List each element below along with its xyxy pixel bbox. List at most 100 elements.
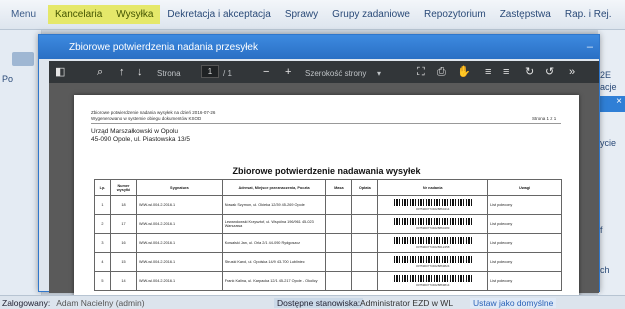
cell-address: Nowak Szymon, ul. Okieka 12/39 45-269 Op… bbox=[221, 195, 327, 215]
col-header: Adresat, Miejsce przeznaczenia, Poczta bbox=[221, 179, 327, 196]
cell-notes: List polecony bbox=[487, 252, 562, 272]
doc-page-number: Strona 1 z 1 bbox=[532, 116, 557, 121]
pdf-viewer: ◧ ⌕ ↑ ↓ Strona 1 / 1 − + Szerokość stron… bbox=[49, 61, 599, 305]
logged-label: Zalogowany: bbox=[2, 297, 51, 308]
tracking-number: 00759007734628860489 bbox=[416, 226, 450, 230]
table-row: 1 18 WIW-wl.004.2.2016.1 Nowak Szymon, u… bbox=[94, 195, 562, 215]
page-total: / 1 bbox=[223, 69, 232, 78]
barcode-image bbox=[393, 256, 472, 263]
cell-signature: WIW-wl.004.2.2016.1 bbox=[135, 233, 223, 253]
cell-signature: WIW-wl.004.2.2016.1 bbox=[135, 214, 223, 234]
cell-signature: WIW-wl.004.2.2016.1 bbox=[135, 271, 223, 291]
background-right-panel: 2E acje × ycie f ch bbox=[598, 30, 625, 295]
cell-tracking: 00759007734628612458 bbox=[377, 233, 489, 253]
barcode-image bbox=[393, 218, 472, 225]
doc-divider bbox=[91, 123, 561, 124]
doc-heading: Zbiorowe potwierdzenie nadawania wysyłek bbox=[232, 166, 421, 176]
background-left-panel: Po bbox=[0, 30, 42, 295]
background-close-icon: × bbox=[598, 96, 625, 112]
station-select[interactable]: Administrator EZD w WL bbox=[360, 298, 453, 308]
status-bar: Zalogowany: Adam Nacielny (admin) Dostęp… bbox=[0, 295, 625, 309]
pdf-toolbar: ◧ ⌕ ↑ ↓ Strona 1 / 1 − + Szerokość stron… bbox=[49, 61, 599, 83]
menu-item-raporty[interactable]: Rap. i Rej. bbox=[558, 5, 619, 24]
background-button bbox=[12, 52, 34, 66]
cell-number: 14 bbox=[109, 271, 137, 291]
cell-lp: 1 bbox=[94, 195, 111, 215]
menu-item-dekretacja[interactable]: Dekretacja i akceptacja bbox=[160, 5, 277, 24]
barcode-image bbox=[393, 199, 472, 206]
dialog-title-bar: Zbiorowe potwierdzenia nadania przesyłek… bbox=[39, 35, 599, 59]
background-right-label: acje bbox=[600, 82, 617, 92]
menu-item-grupy[interactable]: Grupy zadaniowe bbox=[325, 5, 417, 24]
zoom-out-icon[interactable]: − bbox=[263, 65, 269, 79]
rotate-cw-icon[interactable]: ↺ bbox=[545, 65, 554, 79]
hand-tool-icon[interactable]: ✋ bbox=[457, 65, 471, 79]
next-page-icon[interactable]: ↓ bbox=[137, 65, 143, 79]
tracking-number: 00759007734628860414 bbox=[416, 207, 450, 211]
menu-item-zastepstwa[interactable]: Zastępstwa bbox=[493, 5, 558, 24]
background-right-label: f bbox=[600, 225, 603, 235]
barcode-image bbox=[393, 275, 472, 282]
menu-item-kancelaria[interactable]: Kancelaria bbox=[48, 5, 110, 24]
cell-notes: List polecony bbox=[487, 214, 562, 234]
cell-lp: 5 bbox=[94, 271, 111, 291]
cell-signature: WIW-wl.004.2.2016.1 bbox=[135, 195, 223, 215]
cell-signature: WIW-wl.004.2.2016.1 bbox=[135, 252, 223, 272]
print-icon[interactable]: ⎙ bbox=[437, 65, 446, 79]
top-menu-bar: Menu Kancelaria Wysyłka Dekretacja i akc… bbox=[0, 0, 625, 30]
table-row: 5 14 WIW-wl.004.2.2016.1 Frank Kalina, u… bbox=[94, 271, 562, 291]
cell-fee bbox=[351, 233, 379, 253]
set-default-link[interactable]: Ustaw jako domyślne bbox=[470, 297, 557, 308]
table-row: 4 15 WIW-wl.004.2.2016.1 Struski Karol, … bbox=[94, 252, 562, 272]
menu-item-wysylka[interactable]: Wysyłka bbox=[109, 5, 161, 24]
page-label: Strona bbox=[157, 69, 181, 78]
menu-item-sprawy[interactable]: Sprawy bbox=[278, 5, 325, 24]
cell-mass bbox=[325, 195, 353, 215]
background-right-label: ycie bbox=[600, 138, 617, 148]
shipments-table: Lp. Numer wysyłki Sygnatura Adresat, Mie… bbox=[94, 179, 562, 291]
cell-tracking: 00759007734628869814 bbox=[377, 271, 489, 291]
col-header: Numer wysyłki bbox=[109, 179, 137, 196]
cell-notes: List polecony bbox=[487, 233, 562, 253]
background-right-label: ch bbox=[600, 265, 610, 275]
cell-address: Struski Karol, ul. Opolska 14/9 43-700 L… bbox=[221, 252, 327, 272]
barcode-image bbox=[393, 237, 472, 244]
menu-item-repozytorium[interactable]: Repozytorium bbox=[417, 5, 493, 24]
cell-mass bbox=[325, 214, 353, 234]
cell-fee bbox=[351, 195, 379, 215]
cell-mass bbox=[325, 233, 353, 253]
doc-org-name: Urząd Marszałkowski w Opolu bbox=[91, 128, 179, 135]
page-number-input[interactable]: 1 bbox=[201, 65, 219, 78]
menu-item-menu[interactable]: Menu bbox=[4, 5, 48, 24]
search-icon[interactable]: ⌕ bbox=[97, 65, 103, 79]
cell-address: Kowalski Jan, ul. Orla 2/1 44-090 Rydgos… bbox=[221, 233, 327, 253]
table-row: 3 16 WIW-wl.004.2.2016.1 Kowalski Jan, u… bbox=[94, 233, 562, 253]
document-page: Zbiorowe potwierdzenie nadania wysyłek n… bbox=[74, 95, 579, 305]
dialog-minimize-button[interactable]: – bbox=[587, 41, 593, 53]
fullscreen-icon[interactable]: ⛶ bbox=[417, 65, 425, 79]
cell-lp: 2 bbox=[94, 214, 111, 234]
cell-lp: 3 bbox=[94, 233, 111, 253]
zoom-in-icon[interactable]: + bbox=[285, 65, 291, 79]
dialog-title: Zbiorowe potwierdzenia nadania przesyłek bbox=[69, 41, 258, 53]
cell-mass bbox=[325, 252, 353, 272]
tracking-number: 00759007734628869824 bbox=[416, 264, 450, 268]
col-header: Lp. bbox=[94, 179, 111, 196]
rotate-ccw-icon[interactable]: ↻ bbox=[525, 65, 534, 79]
cell-address: Frank Kalina, ul. Karpacka 12/1 45-217 O… bbox=[221, 271, 327, 291]
zoom-select[interactable]: Szerokość strony bbox=[305, 67, 366, 81]
previous-page-icon[interactable]: ↑ bbox=[119, 65, 125, 79]
cell-fee bbox=[351, 271, 379, 291]
col-header: Sygnatura bbox=[135, 179, 223, 196]
more-tools-icon[interactable]: » bbox=[569, 65, 575, 79]
align-center-icon[interactable]: ≡ bbox=[503, 65, 509, 79]
table-header-row: Lp. Numer wysyłki Sygnatura Adresat, Mie… bbox=[94, 179, 562, 196]
cell-number: 15 bbox=[109, 252, 137, 272]
col-header: Opłata bbox=[351, 179, 379, 196]
align-left-icon[interactable]: ≡ bbox=[485, 65, 491, 79]
background-left-label: Po bbox=[2, 74, 14, 84]
cell-address: Lewandowski Krzysztof, ul. Wspólna 196/9… bbox=[221, 214, 327, 234]
zoom-dropdown-icon[interactable]: ▾ bbox=[377, 67, 381, 81]
col-header: Masa bbox=[325, 179, 353, 196]
sidebar-toggle-icon[interactable]: ◧ bbox=[55, 65, 65, 79]
